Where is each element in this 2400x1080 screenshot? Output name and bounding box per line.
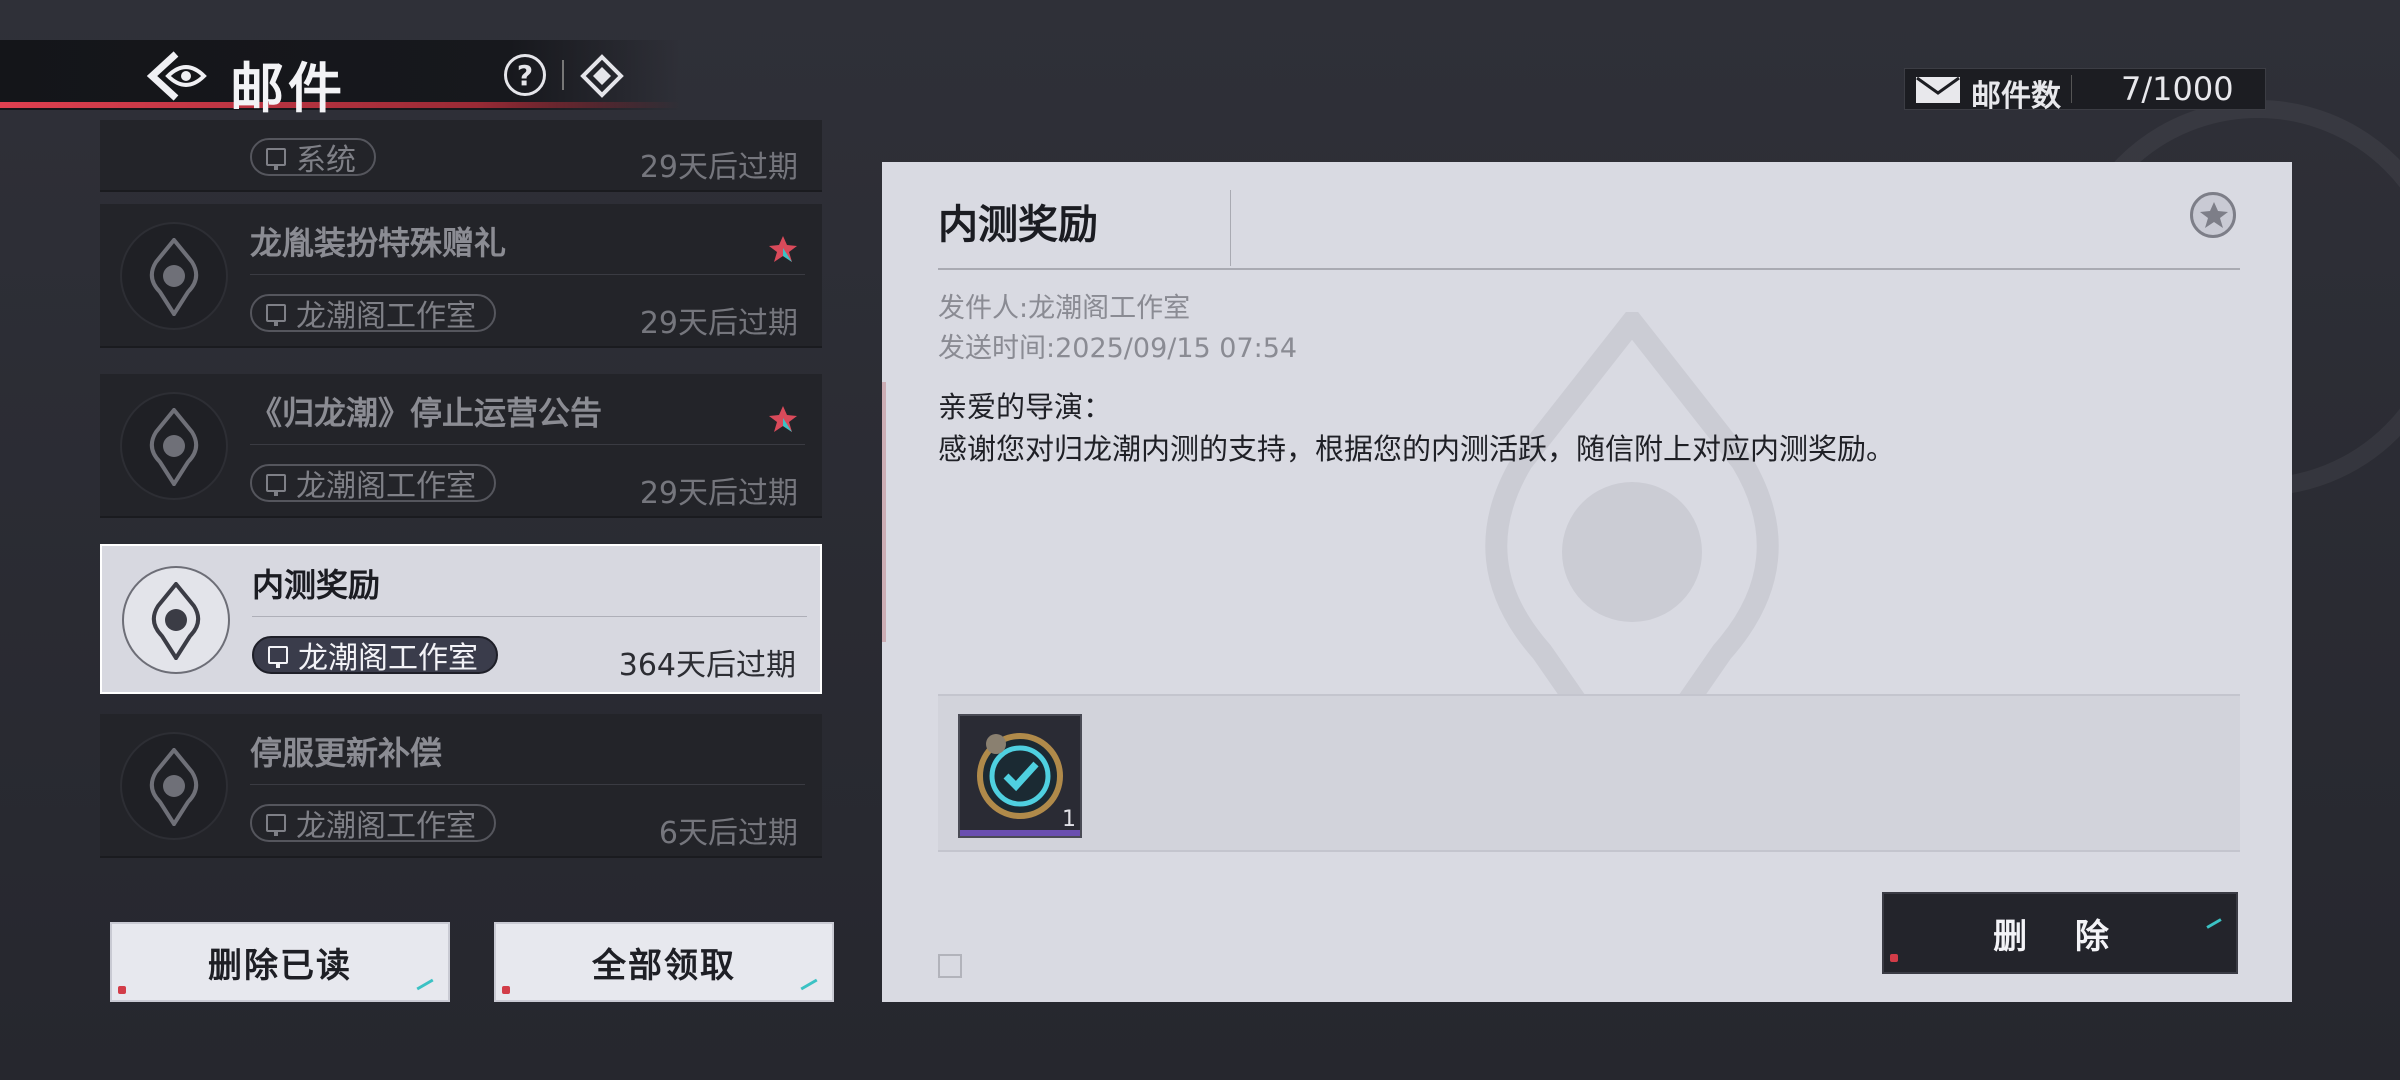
mail-sender-tag: 系统 — [250, 138, 376, 178]
star-icon — [769, 406, 797, 432]
mail-count-value: 7/1000 — [2121, 70, 2234, 108]
delete-read-button[interactable]: 删除已读 — [110, 922, 450, 1002]
detail-body: 感谢您对归龙潮内测的支持，根据您的内测活跃，随信附上对应内测奖励。 — [938, 432, 1896, 466]
mail-count-divider — [2071, 75, 2072, 103]
favorite-button[interactable] — [2190, 192, 2236, 238]
list-item[interactable]: 《归龙潮》停止运营公告 龙潮阁工作室 29天后过期 — [100, 374, 822, 518]
panel-edge-accent — [882, 382, 886, 642]
claim-all-label: 全部领取 — [592, 945, 736, 986]
dragon-emblem-icon — [149, 748, 199, 826]
mail-count-panel: 邮件数 7/1000 — [1904, 68, 2266, 114]
mail-expiry: 364天后过期 — [618, 648, 796, 683]
star-icon — [769, 236, 797, 262]
back-button[interactable] — [146, 50, 208, 102]
detail-title: 内测奖励 — [938, 201, 1098, 248]
mail-divider — [252, 616, 807, 617]
mail-title: 内测奖励 — [252, 566, 381, 604]
help-icon: ? — [516, 58, 534, 92]
sender-avatar — [122, 566, 230, 674]
detail-title-row: 内测奖励 — [882, 162, 2292, 270]
button-accent-stroke — [2206, 918, 2222, 929]
monitor-icon — [266, 474, 286, 496]
monitor-icon — [266, 814, 286, 836]
button-accent-stroke — [416, 978, 434, 991]
mail-detail-panel: 内测奖励 发件人:龙潮阁工作室 发送时间:2025/09/15 07:54 亲爱… — [882, 162, 2292, 1002]
mail-divider — [250, 784, 805, 785]
mail-sender-tag: 龙潮阁工作室 — [250, 294, 496, 334]
list-item-selected[interactable]: 内测奖励 龙潮阁工作室 364天后过期 — [100, 544, 822, 694]
mail-expiry: 6天后过期 — [658, 816, 798, 851]
title-divider — [1230, 190, 1231, 266]
page-title: 邮件 — [230, 56, 346, 120]
list-item[interactable]: 系统 29天后过期 — [100, 120, 822, 192]
help-button[interactable]: ? — [504, 54, 546, 96]
envelope-icon — [1916, 76, 1960, 103]
mail-divider — [250, 444, 805, 445]
mail-sender-tag: 龙潮阁工作室 — [252, 636, 498, 676]
mode-toggle-button[interactable] — [580, 54, 624, 98]
mail-sender: 龙潮阁工作室 — [296, 469, 476, 504]
button-accent-dot — [1890, 954, 1898, 962]
monitor-icon — [266, 148, 286, 170]
back-arrow-icon — [146, 51, 207, 101]
mail-sender-tag: 龙潮阁工作室 — [250, 464, 496, 504]
dragon-emblem-icon — [149, 238, 199, 316]
mail-expiry: 29天后过期 — [639, 306, 798, 341]
dragon-emblem-icon — [149, 408, 199, 486]
detail-greeting: 亲爱的导演： — [938, 390, 1113, 424]
mail-count-label: 邮件数 — [1971, 79, 2061, 114]
sender-avatar — [120, 732, 228, 840]
mail-expiry: 29天后过期 — [639, 150, 798, 185]
attachment-area: 1 — [938, 694, 2240, 852]
mail-sender: 系统 — [296, 143, 356, 178]
button-accent-dot — [118, 986, 126, 994]
mail-title: 《归龙潮》停止运营公告 — [250, 394, 603, 432]
sender-avatar — [120, 392, 228, 500]
mail-divider — [250, 274, 805, 275]
list-item[interactable]: 龙胤装扮特殊赠礼 龙潮阁工作室 29天后过期 — [100, 204, 822, 348]
claim-all-button[interactable]: 全部领取 — [494, 922, 834, 1002]
detail-sender: 发件人:龙潮阁工作室 — [938, 293, 1191, 324]
delete-label: 删 除 — [1993, 916, 2127, 957]
attachment-item[interactable]: 1 — [958, 714, 1082, 838]
monitor-icon — [268, 646, 288, 668]
mail-title: 龙胤装扮特殊赠礼 — [250, 224, 507, 262]
attachment-quantity: 1 — [1062, 807, 1076, 832]
delete-button[interactable]: 删 除 — [1882, 892, 2238, 974]
mail-list[interactable]: 系统 29天后过期 龙胤装扮特殊赠礼 龙潮阁工作室 29天后过期 《归龙潮》停止… — [100, 120, 824, 900]
header-divider — [562, 60, 564, 90]
mail-sender: 龙潮阁工作室 — [296, 809, 476, 844]
header-bar: 邮件 ? — [0, 40, 680, 120]
title-underline — [938, 268, 2240, 270]
star-outline-icon — [2200, 202, 2228, 228]
monitor-icon — [266, 304, 286, 326]
diamond-icon — [580, 54, 624, 98]
mail-expiry: 29天后过期 — [639, 476, 798, 511]
mail-sender: 龙潮阁工作室 — [298, 641, 478, 676]
mail-sender-tag: 龙潮阁工作室 — [250, 804, 496, 844]
list-item[interactable]: 停服更新补偿 龙潮阁工作室 6天后过期 — [100, 714, 822, 858]
button-accent-dot — [502, 986, 510, 994]
dragon-emblem-icon — [151, 582, 201, 660]
mail-title: 停服更新补偿 — [250, 734, 443, 772]
delete-read-label: 删除已读 — [208, 945, 352, 986]
sender-avatar — [120, 222, 228, 330]
detail-send-time: 发送时间:2025/09/15 07:54 — [938, 333, 1298, 364]
button-accent-stroke — [800, 978, 818, 991]
mail-sender: 龙潮阁工作室 — [296, 299, 476, 334]
qr-stamp-icon — [938, 954, 962, 978]
